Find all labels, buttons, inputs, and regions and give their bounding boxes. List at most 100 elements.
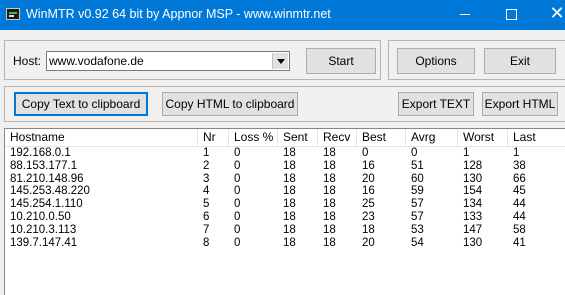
host-input[interactable] (49, 53, 271, 69)
cell-worst: 130 (463, 236, 483, 249)
cell-hostname: 10.210.0.50 (10, 210, 71, 223)
cell-sent: 18 (283, 147, 296, 159)
cell-avrg: 54 (411, 236, 424, 249)
column-header-best[interactable]: Best (357, 129, 406, 146)
exit-button[interactable]: Exit (484, 48, 556, 74)
cell-worst: 130 (463, 172, 483, 185)
cell-recv: 18 (323, 198, 336, 211)
results-list[interactable]: Hostname Nr Loss % Sent Recv Best Avrg Worst Las… (4, 128, 565, 295)
cell-recv: 18 (323, 210, 336, 223)
cell-hostname: 145.253.48.220 (10, 185, 90, 198)
maximize-icon (505, 9, 517, 21)
cell-worst: 154 (463, 185, 483, 198)
column-header-recv[interactable]: Recv (318, 129, 357, 146)
cell-loss: 0 (234, 236, 241, 249)
cell-sent: 18 (283, 198, 296, 211)
host-combobox[interactable] (46, 51, 290, 71)
cell-recv: 18 (323, 172, 336, 185)
column-header-last[interactable]: Last (508, 129, 565, 146)
list-rows: 192.168.0.1 1 0 18 18 0 0 1 1 88.153.177.1 2 0 18 18 1… (5, 147, 565, 249)
minimize-icon (460, 14, 470, 16)
cell-last: 45 (513, 185, 526, 198)
list-header: Hostname Nr Loss % Sent Recv Best Avrg Worst Las… (5, 129, 565, 147)
cell-best: 25 (362, 198, 375, 211)
options-button[interactable]: Options (397, 48, 475, 74)
cell-avrg: 57 (411, 198, 424, 211)
table-row[interactable]: 10.210.3.113 7 0 18 18 18 53 147 58 (5, 224, 565, 237)
title-bar[interactable]: WinMTR v0.92 64 bit by Appnor MSP - www.… (0, 0, 565, 30)
app-icon (6, 8, 20, 20)
cell-loss: 0 (234, 159, 241, 172)
cell-nr: 8 (203, 236, 210, 249)
table-row[interactable]: 81.210.148.96 3 0 18 18 20 60 130 66 (5, 173, 565, 186)
cell-sent: 18 (283, 185, 296, 198)
cell-last: 58 (513, 223, 526, 236)
cell-best: 0 (362, 147, 369, 159)
close-icon: ✕ (549, 3, 565, 24)
cell-nr: 7 (203, 223, 210, 236)
minimize-button[interactable] (442, 0, 488, 30)
cell-loss: 0 (234, 210, 241, 223)
cell-best: 16 (362, 185, 375, 198)
cell-best: 18 (362, 223, 375, 236)
cell-nr: 3 (203, 172, 210, 185)
cell-recv: 18 (323, 185, 336, 198)
column-header-nr[interactable]: Nr (198, 129, 229, 146)
cell-hostname: 88.153.177.1 (10, 159, 78, 172)
cell-worst: 133 (463, 210, 483, 223)
table-row[interactable]: 139.7.147.41 8 0 18 18 20 54 130 41 (5, 237, 565, 250)
table-row[interactable]: 88.153.177.1 2 0 18 18 16 51 128 38 (5, 160, 565, 173)
cell-hostname: 145.254.1.110 (10, 198, 83, 211)
column-header-sent[interactable]: Sent (278, 129, 318, 146)
copy-html-button[interactable]: Copy HTML to clipboard (162, 92, 298, 116)
cell-sent: 18 (283, 223, 296, 236)
cell-nr: 2 (203, 159, 210, 172)
cell-worst: 128 (463, 159, 483, 172)
cell-avrg: 0 (411, 147, 418, 159)
export-text-button[interactable]: Export TEXT (398, 92, 474, 116)
cell-loss: 0 (234, 185, 241, 198)
cell-hostname: 192.168.0.1 (10, 147, 71, 159)
maximize-button[interactable] (488, 0, 534, 30)
cell-avrg: 60 (411, 172, 424, 185)
copy-text-button[interactable]: Copy Text to clipboard (14, 92, 148, 116)
cell-last: 41 (513, 236, 526, 249)
cell-best: 16 (362, 159, 375, 172)
cell-avrg: 53 (411, 223, 424, 236)
table-row[interactable]: 145.253.48.220 4 0 18 18 16 59 154 45 (5, 185, 565, 198)
cell-recv: 18 (323, 236, 336, 249)
column-header-hostname[interactable]: Hostname (5, 129, 198, 146)
table-row[interactable]: 192.168.0.1 1 0 18 18 0 0 1 1 (5, 147, 565, 160)
start-button[interactable]: Start (306, 48, 376, 74)
cell-worst: 134 (463, 198, 483, 211)
cell-nr: 5 (203, 198, 210, 211)
close-button[interactable]: ✕ (534, 0, 565, 30)
cell-loss: 0 (234, 147, 241, 159)
cell-last: 66 (513, 172, 526, 185)
cell-best: 20 (362, 172, 375, 185)
cell-nr: 6 (203, 210, 210, 223)
cell-recv: 18 (323, 223, 336, 236)
chevron-down-icon[interactable] (272, 53, 288, 69)
table-row[interactable]: 145.254.1.110 5 0 18 18 25 57 134 44 (5, 198, 565, 211)
winmtr-window: WinMTR v0.92 64 bit by Appnor MSP - www.… (0, 0, 565, 295)
table-row[interactable]: 10.210.0.50 6 0 18 18 23 57 133 44 (5, 211, 565, 224)
window-title: WinMTR v0.92 64 bit by Appnor MSP - www.… (26, 7, 331, 21)
cell-hostname: 81.210.148.96 (10, 172, 84, 185)
cell-last: 38 (513, 159, 526, 172)
cell-recv: 18 (323, 159, 336, 172)
cell-worst: 1 (463, 147, 470, 159)
cell-sent: 18 (283, 236, 296, 249)
column-header-worst[interactable]: Worst (458, 129, 508, 146)
cell-nr: 4 (203, 185, 210, 198)
cell-recv: 18 (323, 147, 336, 159)
export-html-button[interactable]: Export HTML (482, 92, 558, 116)
cell-avrg: 57 (411, 210, 424, 223)
cell-sent: 18 (283, 172, 296, 185)
column-header-loss[interactable]: Loss % (229, 129, 278, 146)
column-header-avrg[interactable]: Avrg (406, 129, 458, 146)
cell-hostname: 10.210.3.113 (10, 223, 77, 236)
cell-avrg: 51 (411, 159, 424, 172)
cell-loss: 0 (234, 223, 241, 236)
cell-loss: 0 (234, 172, 241, 185)
